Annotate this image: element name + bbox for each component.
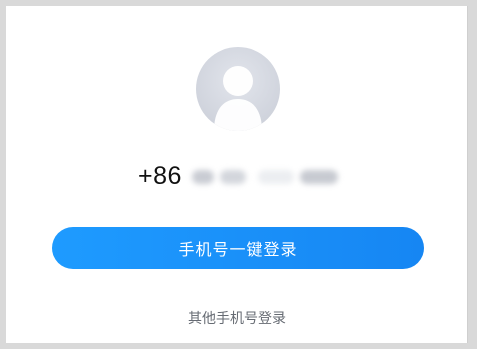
other-phone-login-link[interactable]: 其他手机号登录 <box>6 308 468 328</box>
default-avatar-icon <box>196 47 280 131</box>
country-code: +86 <box>138 161 182 190</box>
login-panel: +86 手机号一键登录 其他手机号登录 <box>6 6 468 343</box>
one-click-login-button[interactable]: 手机号一键登录 <box>52 227 424 269</box>
masked-phone-number <box>188 166 340 186</box>
phone-number-display: +86 <box>138 159 340 193</box>
